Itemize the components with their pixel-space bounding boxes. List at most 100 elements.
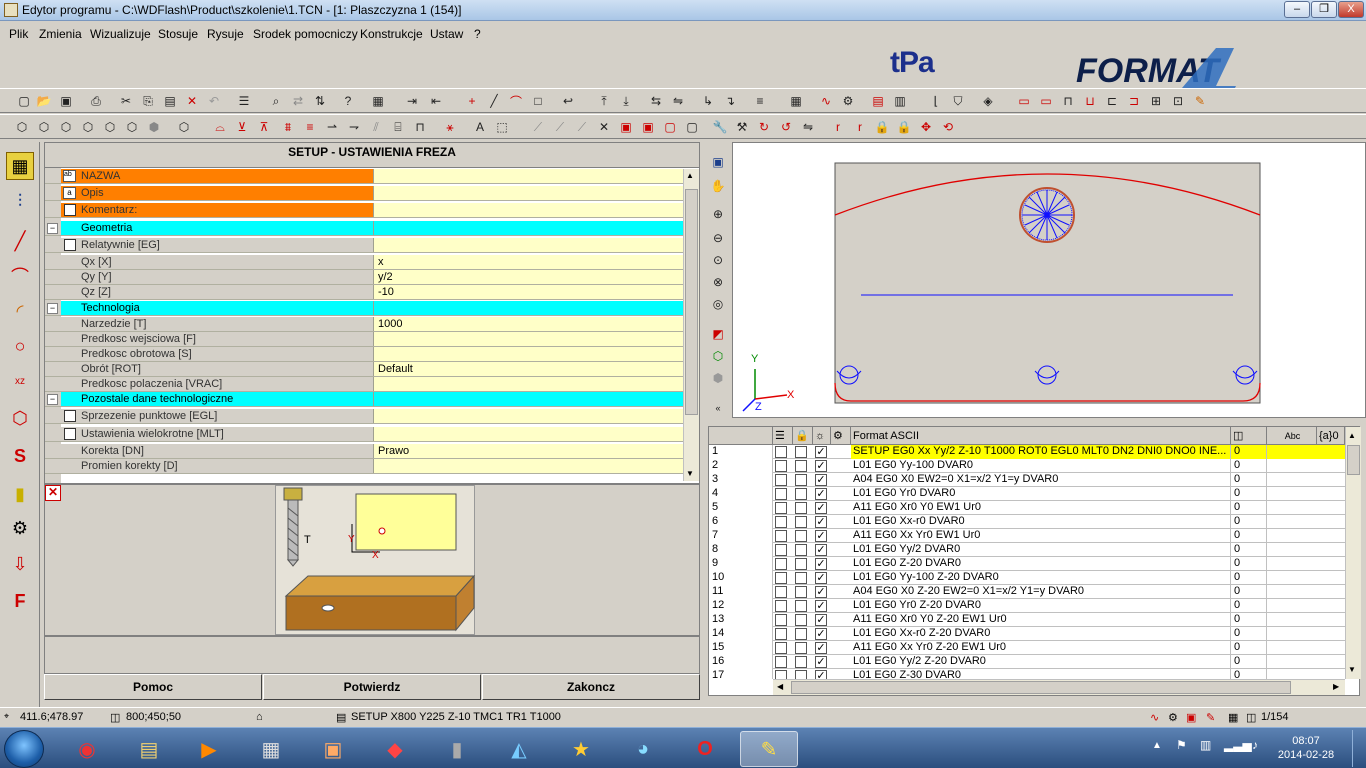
row-flag-checkbox[interactable] (775, 670, 787, 679)
list-icon[interactable]: ☰ (236, 93, 252, 109)
replace-icon[interactable]: ⇄ (290, 93, 306, 109)
wrench2-icon[interactable]: ⚒ (734, 119, 750, 135)
wrench-icon[interactable]: 🔧 (712, 119, 728, 135)
row-layer[interactable]: 0 (1231, 445, 1267, 459)
row-flag-checkbox[interactable] (775, 516, 787, 528)
korekta-value[interactable]: Prawo (373, 444, 683, 458)
point-icon[interactable]: + (464, 93, 480, 109)
zoom-in-icon[interactable]: ⊕ (710, 206, 726, 222)
path2-icon[interactable]: ↴ (722, 93, 738, 109)
shape1-icon[interactable]: ▭ (1016, 93, 1032, 109)
grid-header-a0[interactable]: {a}0 (1317, 427, 1345, 445)
row-layer[interactable]: 0 (1231, 515, 1267, 529)
row-obrot[interactable]: Obrót [ROT] Default (45, 362, 683, 377)
zoom-out-icon[interactable]: ⊖ (710, 230, 726, 246)
solid-view-icon[interactable]: ⬢ (710, 370, 726, 386)
diag-icon[interactable]: ⫽ (368, 119, 384, 135)
tray-expand-icon[interactable]: ▲ (1152, 740, 1162, 751)
row-code[interactable]: L01 EG0 Yy/2 Z-20 DVAR0 (851, 655, 1231, 669)
predkosc-wejsciowa-value[interactable] (373, 332, 683, 346)
scroll-thumb[interactable] (1347, 445, 1360, 475)
text-tool-icon[interactable]: A (472, 119, 488, 135)
shield-icon[interactable]: ⛉ (950, 93, 966, 109)
app10-taskbar-icon[interactable]: ◕ (614, 731, 672, 767)
frame4-icon[interactable]: ▢ (684, 119, 700, 135)
cut-icon[interactable]: ✂ (118, 93, 134, 109)
app8-taskbar-icon[interactable]: ◭ (490, 731, 548, 767)
row-layer[interactable]: 0 (1231, 557, 1267, 571)
shape3-icon[interactable]: ⊓ (1060, 93, 1076, 109)
header-lock-icon[interactable]: 🔒 (793, 427, 813, 445)
cube-view-icon[interactable]: ⬡ (710, 348, 726, 364)
line-tool-icon[interactable]: ╱ (6, 227, 34, 255)
qz-value[interactable]: -10 (373, 285, 683, 299)
sprzezenie-checkbox[interactable] (64, 410, 76, 422)
row-layer[interactable]: 0 (1231, 473, 1267, 487)
start-button[interactable] (4, 730, 44, 768)
taskbar-clock[interactable]: 08:07 2014-02-28 (1276, 734, 1336, 762)
row-visible-checkbox[interactable]: ✓ (815, 572, 827, 584)
menu-srodek-pomocniczy[interactable]: Srodek pomocniczy (253, 27, 358, 41)
collapse-icon[interactable]: − (47, 303, 58, 314)
row-code[interactable]: A04 EG0 X0 Z-20 EW2=0 X1=x/2 Y1=y DVAR0 (851, 585, 1231, 599)
narzedzie-value[interactable]: 1000 (373, 317, 683, 331)
menu-wizualizuje[interactable]: Wizualizuje (90, 27, 151, 41)
row-visible-checkbox[interactable]: ✓ (815, 586, 827, 598)
row-lock-checkbox[interactable] (795, 544, 807, 556)
insert-below-icon[interactable]: ⤓ (618, 93, 634, 109)
zoom-fit-icon[interactable]: ⊙ (710, 252, 726, 268)
row-lock-checkbox[interactable] (795, 670, 807, 679)
tray-volume-icon[interactable]: ♪ (1252, 738, 1258, 752)
delete-icon[interactable]: ✕ (184, 93, 200, 109)
cross-icon[interactable]: ✕ (596, 119, 612, 135)
row-lock-checkbox[interactable] (795, 460, 807, 472)
row-code[interactable]: L01 EG0 Xx-r0 DVAR0 (851, 515, 1231, 529)
paste-icon[interactable]: ▤ (162, 93, 178, 109)
polygon-tool-icon[interactable]: ⬡ (6, 404, 34, 432)
row-visible-checkbox[interactable]: ✓ (815, 502, 827, 514)
section-geometria[interactable]: − Geometria (45, 221, 683, 236)
drill-tool-icon[interactable]: ⫶ (6, 187, 34, 215)
row-flag-checkbox[interactable] (775, 642, 787, 654)
wdflash-taskbar-icon[interactable]: ✎ (740, 731, 798, 767)
header-layer-icon[interactable]: ◫ (1231, 427, 1267, 445)
rectangle-icon[interactable]: □ (530, 93, 546, 109)
scroll-thumb[interactable] (685, 189, 698, 415)
path-icon[interactable]: ↳ (700, 93, 716, 109)
shape2-icon[interactable]: ▭ (1038, 93, 1054, 109)
saw-icon[interactable]: ⩩ (280, 119, 296, 135)
row-code[interactable]: A04 EG0 X0 EW2=0 X1=x/2 Y1=y DVAR0 (851, 473, 1231, 487)
transfer-tool-icon[interactable]: ⇩ (6, 550, 34, 578)
draw-mode-icon[interactable]: ◩ (710, 326, 726, 342)
view-cube8-icon[interactable]: ⬡ (176, 119, 192, 135)
layers-icon[interactable]: ◈ (980, 93, 996, 109)
saw2-icon[interactable]: ≡ (302, 119, 318, 135)
more-tools-icon[interactable]: « (710, 400, 726, 416)
row-code[interactable]: L01 EG0 Yr0 Z-20 DVAR0 (851, 599, 1231, 613)
table-row[interactable]: 10 ✓ L01 EG0 Yy-100 Z-20 DVAR0 0 (709, 571, 1345, 585)
row-visible-checkbox[interactable]: ✓ (815, 656, 827, 668)
row-visible-checkbox[interactable]: ✓ (815, 600, 827, 612)
section-pozostale[interactable]: − Pozostale dane technologiczne (45, 392, 683, 407)
lock-icon[interactable]: 🔒 (874, 119, 890, 135)
row-visible-checkbox[interactable]: ✓ (815, 446, 827, 458)
predkosc-obrotowa-value[interactable] (373, 347, 683, 361)
relatywnie-checkbox[interactable] (64, 239, 76, 251)
ustawienia-wielokrotne-checkbox[interactable] (64, 428, 76, 440)
komentarz-checkbox[interactable] (64, 204, 76, 216)
trim2-icon[interactable]: ⟋ (552, 119, 568, 135)
sprzezenie-value[interactable] (373, 409, 683, 423)
table-row[interactable]: 1 ✓ SETUP EG0 Xx Yy/2 Z-10 T1000 ROT0 EG… (709, 445, 1345, 459)
view-cube4-icon[interactable]: ⬡ (80, 119, 96, 135)
table-row[interactable]: 6 ✓ L01 EG0 Xx-r0 DVAR0 0 (709, 515, 1345, 529)
arc-icon[interactable]: ⌒ (508, 93, 524, 109)
drill-icon[interactable]: ⊻ (234, 119, 250, 135)
shape8-icon[interactable]: ⊡ (1170, 93, 1186, 109)
setup-scrollbar[interactable]: ▲ ▼ (683, 169, 699, 481)
table-row[interactable]: 14 ✓ L01 EG0 Xx-r0 Z-20 DVAR0 0 (709, 627, 1345, 641)
undo-icon[interactable]: ↶ (206, 93, 222, 109)
tray-flag-icon[interactable]: ⚑ (1176, 738, 1187, 752)
link-icon[interactable]: ⇆ (648, 93, 664, 109)
menu-help[interactable]: ? (474, 27, 481, 41)
row-visible-checkbox[interactable]: ✓ (815, 558, 827, 570)
